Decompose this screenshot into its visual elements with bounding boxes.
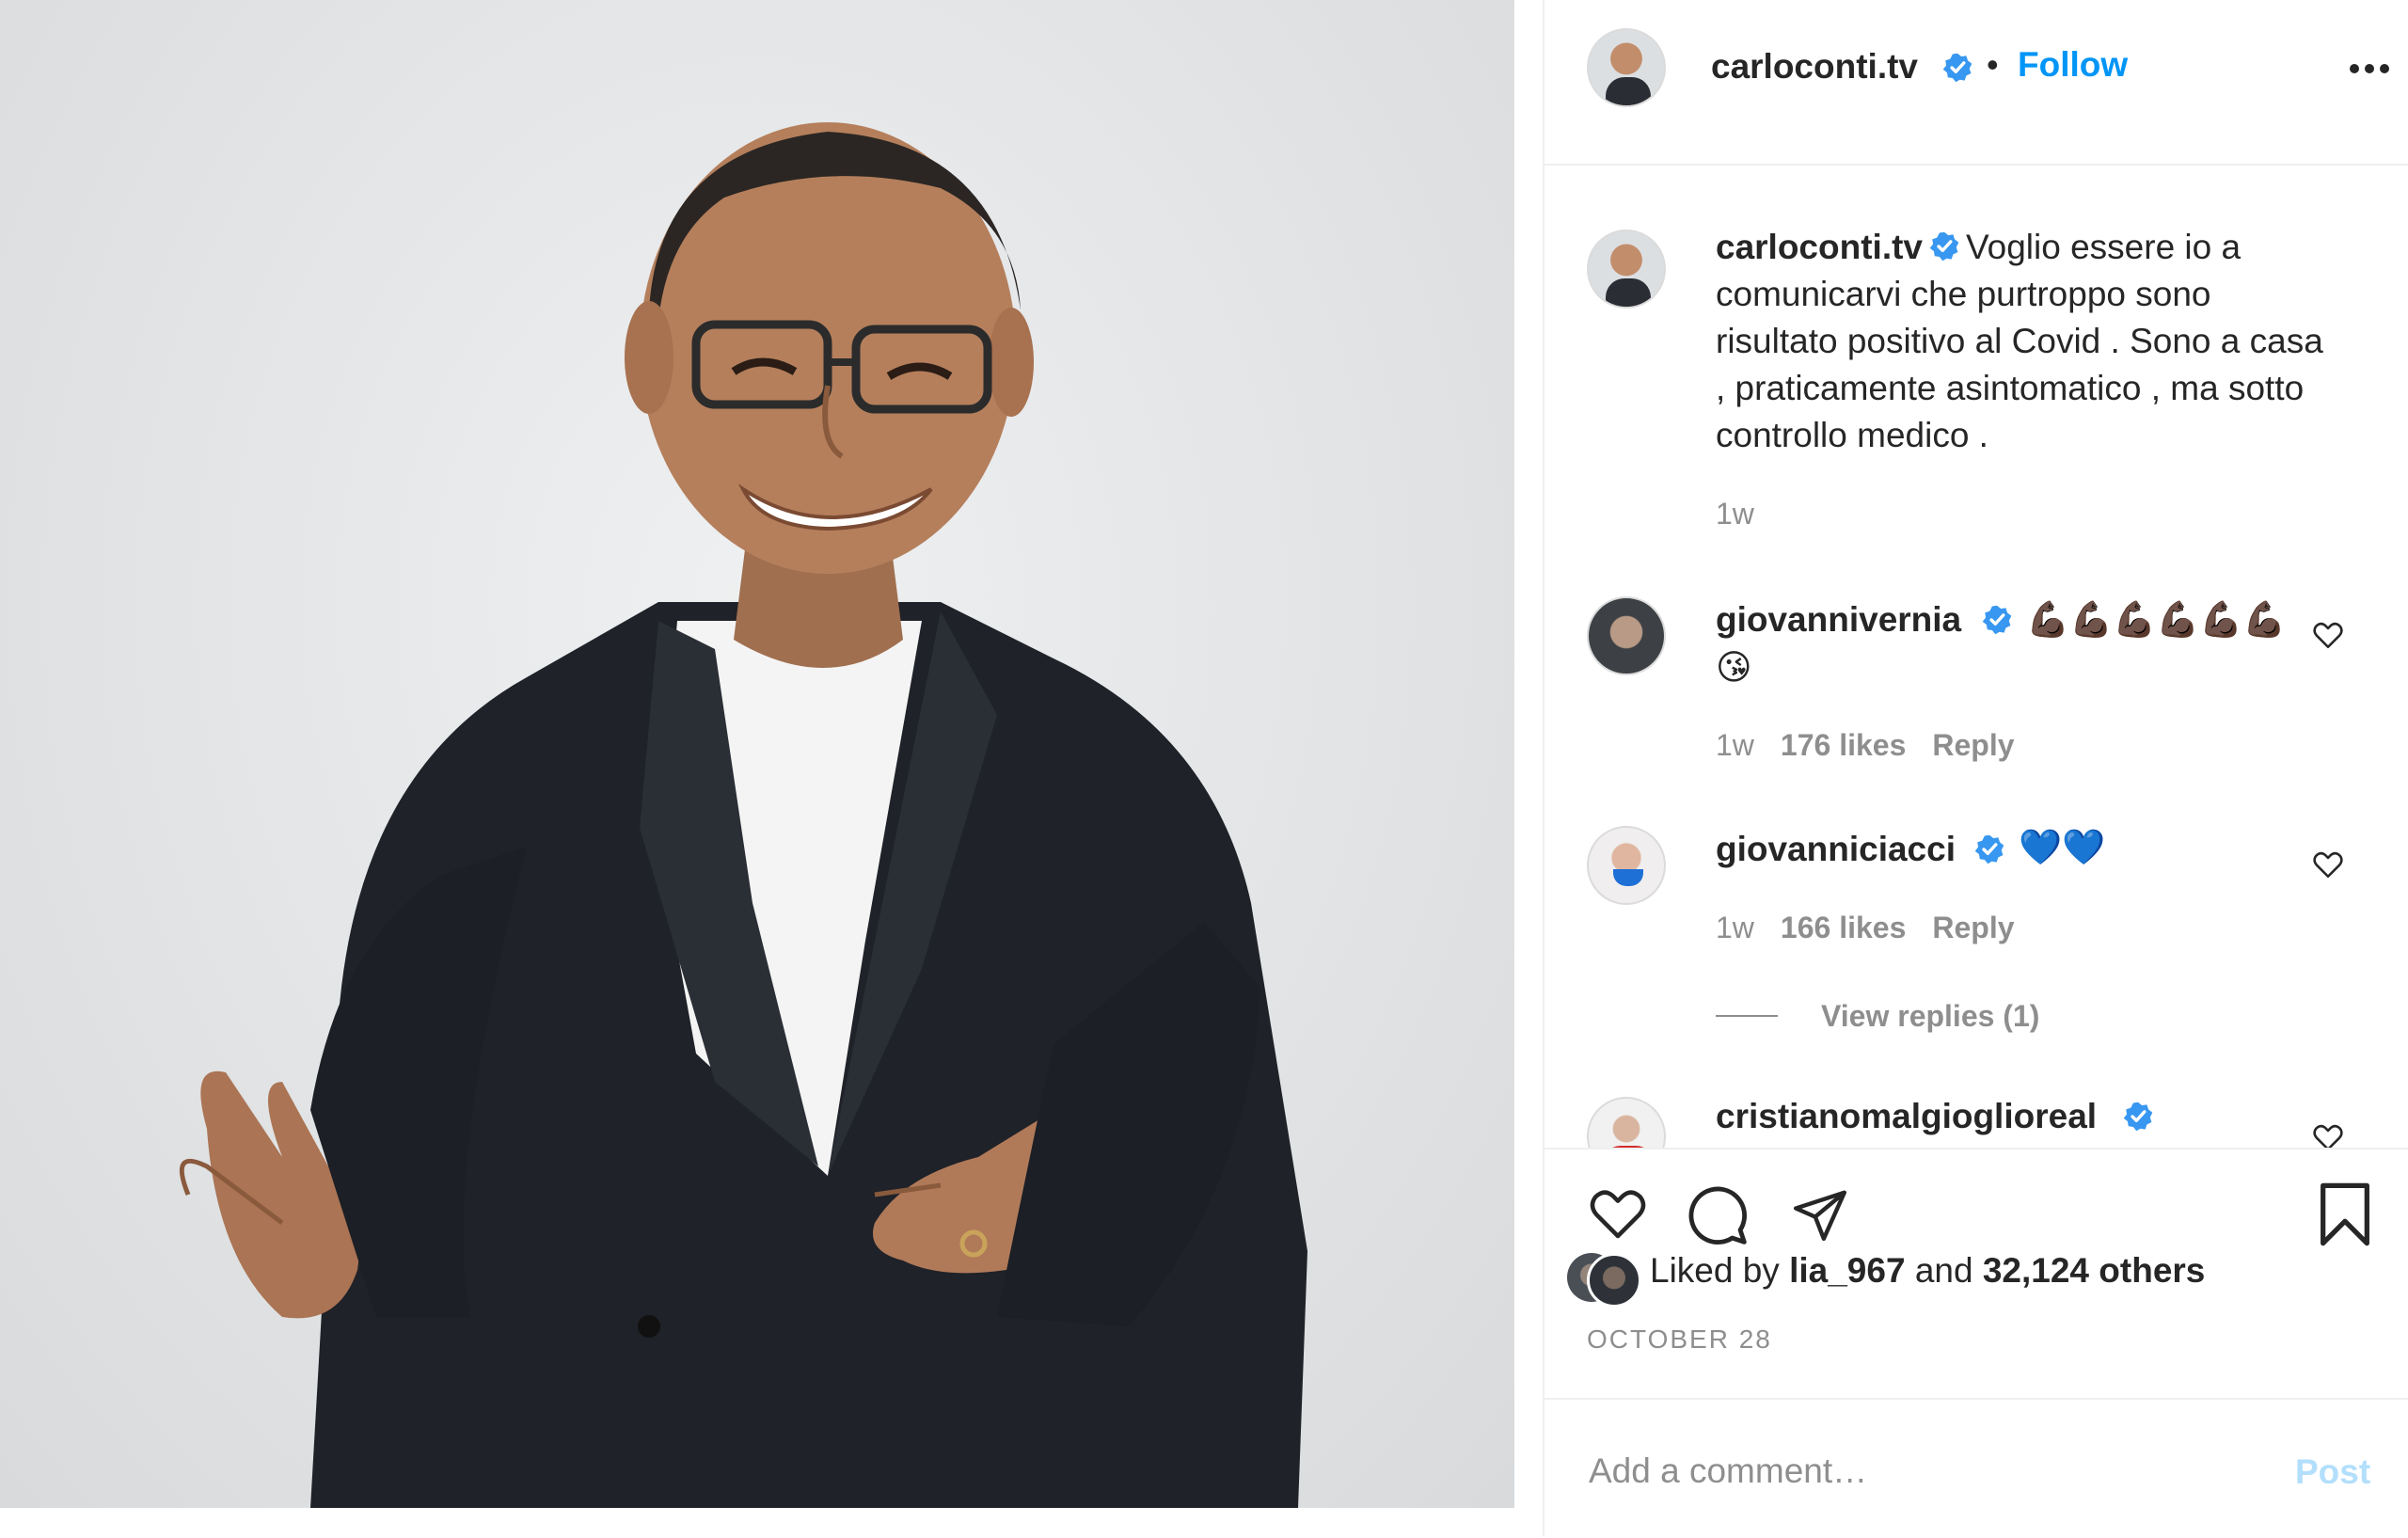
view-replies-line bbox=[1716, 1015, 1778, 1017]
post-photo[interactable] bbox=[0, 0, 1514, 1508]
comment-author-giovanniciacci[interactable]: giovanniciacci bbox=[1716, 830, 1956, 869]
view-replies-button[interactable]: View replies (1) bbox=[1821, 999, 2039, 1034]
bookmark-icon[interactable] bbox=[2316, 1181, 2374, 1247]
verified-icon bbox=[1982, 605, 2012, 635]
comment-text: 💪🏿💪🏿💪🏿💪🏿💪🏿💪🏿 bbox=[2026, 600, 2287, 639]
caption-author-username[interactable]: carloconti.tv bbox=[1716, 228, 1923, 266]
comment-meta: 1w 166 likes Reply bbox=[1716, 911, 2041, 945]
verified-icon bbox=[2123, 1102, 2153, 1132]
comment-timestamp[interactable]: 1w bbox=[1716, 728, 1754, 762]
verified-icon bbox=[1942, 53, 1972, 83]
caption-author-avatar[interactable] bbox=[1587, 230, 1666, 309]
comment-timestamp[interactable]: 1w bbox=[1716, 911, 1754, 944]
verified-icon bbox=[1974, 834, 2004, 864]
header-separator: • bbox=[1987, 45, 1999, 84]
comment-author-cristianomalgioglioreal[interactable]: cristianomalgioglioreal bbox=[1716, 1097, 2097, 1136]
liked-by-user[interactable]: lia_967 bbox=[1789, 1251, 1905, 1290]
comment-like-count[interactable]: 166 likes bbox=[1781, 911, 1906, 944]
comment-like-heart-icon[interactable] bbox=[2312, 619, 2344, 651]
liked-by-avatar[interactable] bbox=[1587, 1253, 1641, 1308]
post-side-panel: carloconti.tv • Follow carloconti.tv Vog… bbox=[1545, 0, 2408, 1536]
comment-text-continued: 😘 bbox=[1716, 648, 1752, 687]
comment-icon[interactable] bbox=[1686, 1183, 1750, 1247]
post-photo-illustration bbox=[179, 122, 1307, 1508]
comment-meta: 1w 176 likes Reply bbox=[1716, 728, 2041, 763]
comment-avatar-cristianomalgioglioreal[interactable] bbox=[1587, 1097, 1666, 1148]
more-icon[interactable] bbox=[2349, 62, 2390, 75]
follow-button[interactable]: Follow bbox=[2018, 45, 2128, 85]
comment-avatar-giovannivernia[interactable] bbox=[1587, 596, 1666, 675]
caption: carloconti.tv Voglio essere io a comunic… bbox=[1716, 224, 2337, 459]
comment-avatar-giovanniciacci[interactable] bbox=[1587, 826, 1666, 905]
reply-button[interactable]: Reply bbox=[1932, 911, 2014, 944]
reply-button[interactable]: Reply bbox=[1932, 728, 2014, 762]
verified-icon bbox=[1929, 231, 1959, 262]
share-icon[interactable] bbox=[1789, 1185, 1851, 1244]
author-username[interactable]: carloconti.tv bbox=[1711, 47, 1918, 87]
comment-author-giovannivernia[interactable]: giovannivernia bbox=[1716, 600, 1961, 640]
comment-like-heart-icon[interactable] bbox=[2312, 1121, 2344, 1148]
liked-by-others[interactable]: 32,124 others bbox=[1983, 1251, 2206, 1290]
liked-by-text: Liked by lia_967 and 32,124 others bbox=[1650, 1251, 2205, 1291]
author-avatar[interactable] bbox=[1587, 28, 1666, 107]
post-actions: Liked by lia_967 and 32,124 others OCTOB… bbox=[1545, 1148, 2408, 1400]
add-comment-input[interactable] bbox=[1587, 1437, 2249, 1505]
comment-text: 💙💙 bbox=[2019, 828, 2106, 866]
comment-like-heart-icon[interactable] bbox=[2312, 848, 2344, 880]
caption-timestamp[interactable]: 1w bbox=[1716, 497, 1754, 531]
comment-like-count[interactable]: 176 likes bbox=[1781, 728, 1906, 762]
heart-icon[interactable] bbox=[1586, 1183, 1650, 1244]
post-date[interactable]: OCTOBER 28 bbox=[1587, 1324, 1772, 1355]
liked-by-conjunction: and bbox=[1914, 1251, 1973, 1290]
post-photo-panel bbox=[0, 0, 1543, 1536]
liked-by-prefix: Liked by bbox=[1650, 1251, 1780, 1290]
post-comment-button[interactable]: Post bbox=[2295, 1452, 2370, 1492]
add-comment-bar: Post bbox=[1545, 1398, 2408, 1538]
post-header: carloconti.tv • Follow bbox=[1545, 0, 2408, 166]
comments-list[interactable]: carloconti.tv Voglio essere io a comunic… bbox=[1545, 166, 2408, 1148]
